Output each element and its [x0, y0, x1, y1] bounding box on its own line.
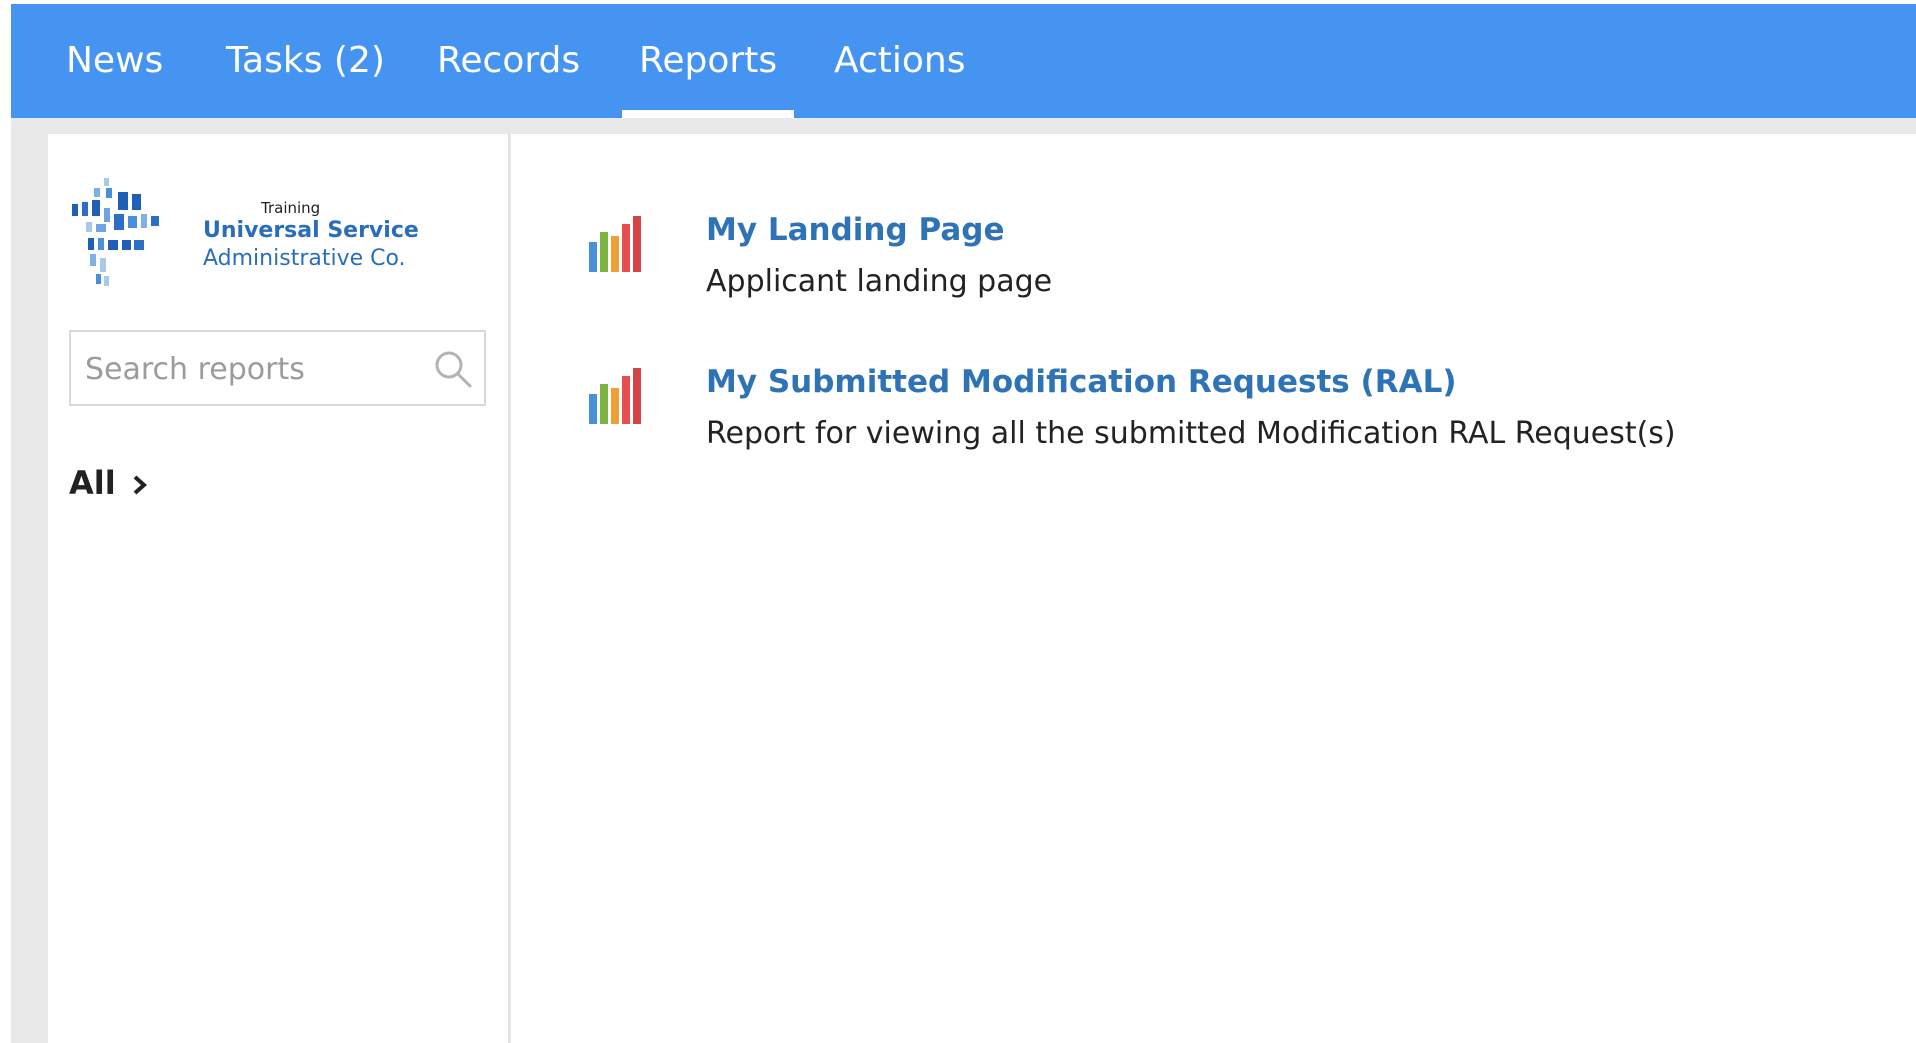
- tab-records[interactable]: Records: [437, 4, 580, 118]
- tab-tasks[interactable]: Tasks (2): [226, 4, 385, 118]
- search-reports-box: [69, 330, 486, 406]
- report-description: Report for viewing all the submitted Mod…: [706, 416, 1676, 451]
- top-navigation-bar: News Tasks (2) Records Reports Actions: [11, 4, 1916, 118]
- bar-chart-icon: [589, 216, 641, 272]
- tab-news[interactable]: News: [66, 4, 163, 118]
- report-title-link[interactable]: My Submitted Modification Requests (RAL): [706, 364, 1457, 400]
- report-list-item[interactable]: My Landing Page Applicant landing page: [589, 212, 1889, 322]
- logo-training-label: Training: [261, 199, 321, 217]
- tab-reports[interactable]: Reports: [621, 4, 795, 118]
- window-edge: [0, 0, 11, 1043]
- search-icon[interactable]: [432, 348, 474, 390]
- tab-actions[interactable]: Actions: [834, 4, 966, 118]
- report-title-link[interactable]: My Landing Page: [706, 212, 1004, 248]
- bar-chart-icon: [589, 368, 641, 424]
- chevron-right-icon: [133, 475, 147, 495]
- filter-all[interactable]: All: [69, 464, 149, 502]
- reports-content: My Landing Page Applicant landing page M…: [511, 134, 1916, 1043]
- report-description: Applicant landing page: [706, 264, 1053, 299]
- reports-sidebar: Training Universal Service Administrativ…: [48, 134, 510, 1043]
- logo-org-name-line2: Administrative Co.: [203, 246, 406, 271]
- usac-logo: Training Universal Service Administrativ…: [68, 174, 419, 289]
- search-reports-input[interactable]: [83, 332, 427, 406]
- filter-all-label: All: [69, 464, 116, 502]
- report-list-item[interactable]: My Submitted Modification Requests (RAL)…: [589, 364, 1889, 474]
- usac-logo-mark-icon: [72, 178, 159, 286]
- logo-org-name-line1: Universal Service: [203, 218, 419, 243]
